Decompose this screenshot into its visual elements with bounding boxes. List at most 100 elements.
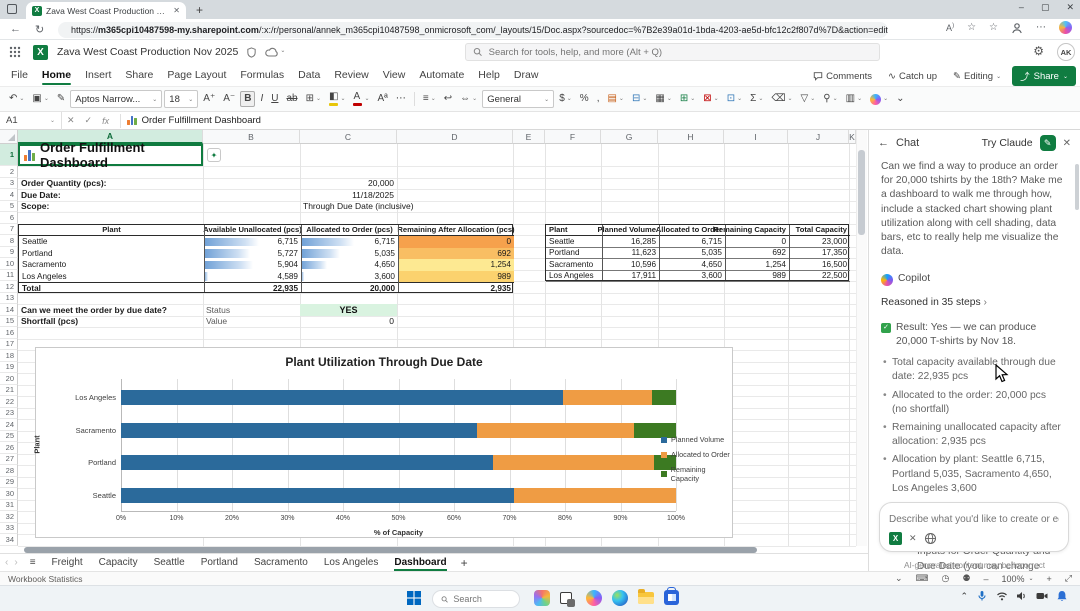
all-sheets-menu-icon[interactable]: ≡: [30, 557, 36, 568]
row-header-22[interactable]: 22: [0, 396, 18, 408]
allocation-remaining[interactable]: 989: [398, 270, 514, 282]
info-value-row-4[interactable]: 11/18/2025: [300, 189, 397, 201]
profile-icon[interactable]: [1011, 22, 1023, 34]
back-icon[interactable]: ←: [10, 23, 21, 35]
settings-gear-icon[interactable]: ⚙: [1033, 44, 1044, 58]
zoom-level[interactable]: 100%: [1001, 574, 1024, 584]
row-header-20[interactable]: 20: [0, 373, 18, 385]
formula-accept-icon[interactable]: ✓: [80, 115, 98, 126]
taskbar-search-input[interactable]: [453, 594, 511, 604]
menu-tab-automate[interactable]: Automate: [412, 66, 471, 84]
window-minimize-button[interactable]: –: [1019, 2, 1024, 13]
allocation-allocated[interactable]: 3,600: [301, 271, 398, 283]
row-header-6[interactable]: 6: [0, 212, 18, 224]
column-header-b[interactable]: B: [203, 130, 300, 144]
user-avatar[interactable]: AK: [1057, 43, 1075, 61]
table-tools-icon[interactable]: ▥ ⌄: [843, 92, 865, 106]
info-value-row-5[interactable]: Through Due Date (inclusive): [300, 201, 460, 213]
address-bar[interactable]: https://m365cpi10487598-my.sharepoint.co…: [58, 21, 888, 38]
menu-tab-view[interactable]: View: [376, 66, 413, 84]
row-header-31[interactable]: 31: [0, 499, 18, 511]
clipboard-paste-icon[interactable]: ▣ ⌄: [29, 92, 51, 106]
undo-icon[interactable]: ↶ ⌄: [6, 92, 27, 106]
row-header-16[interactable]: 16: [0, 327, 18, 339]
menu-tab-page-layout[interactable]: Page Layout: [160, 66, 233, 84]
allocation-total-plant[interactable]: Total: [19, 282, 204, 294]
capacity-cell[interactable]: 0: [725, 236, 789, 248]
allocation-total-available[interactable]: 22,935: [204, 282, 301, 294]
row-header-9[interactable]: 9: [0, 246, 18, 258]
document-title[interactable]: Zava West Coast Production Nov 2025: [57, 46, 238, 58]
editing-mode-button[interactable]: ✎ Editing ⌄: [948, 69, 1006, 84]
edge-copilot-icon[interactable]: [1059, 21, 1072, 34]
row-header-29[interactable]: 29: [0, 476, 18, 488]
row-header-4[interactable]: 4: [0, 189, 18, 201]
merge-center-icon[interactable]: ⇔ ⌄: [457, 92, 480, 106]
select-all-corner[interactable]: [0, 130, 18, 144]
allocation-table[interactable]: Plant Available Unallocated (pcs) Allocate…: [18, 223, 515, 294]
autosum-icon[interactable]: Σ ⌄: [747, 92, 766, 106]
workbook-statistics-button[interactable]: Workbook Statistics: [8, 574, 82, 584]
row-header-25[interactable]: 25: [0, 430, 18, 442]
allocation-remaining[interactable]: 692: [398, 247, 514, 259]
shortfall-label[interactable]: Shortfall (pcs): [18, 316, 203, 328]
find-icon[interactable]: ⚲ ⌄: [820, 92, 840, 106]
capacity-cell[interactable]: 11,623: [602, 248, 659, 259]
new-tab-button[interactable]: +: [196, 3, 203, 17]
capacity-header-3[interactable]: Remaining Capacity: [713, 225, 789, 236]
keyboard-icon[interactable]: ⌨: [916, 573, 929, 584]
wrap-text-icon[interactable]: ↩: [441, 92, 455, 106]
camera-icon[interactable]: [1036, 590, 1048, 602]
borders-icon[interactable]: ⊞ ⌄: [303, 92, 324, 106]
chat-input-box[interactable]: X ✕: [879, 502, 1069, 552]
capacity-cell[interactable]: 17,911: [602, 271, 659, 282]
chart-bar-los-angeles[interactable]: [121, 389, 676, 405]
zoom-out-button[interactable]: –: [983, 574, 988, 584]
row-header-27[interactable]: 27: [0, 453, 18, 465]
menu-tab-data[interactable]: Data: [291, 66, 327, 84]
window-close-button[interactable]: ✕: [1066, 2, 1074, 13]
row-header-1[interactable]: 1: [0, 144, 18, 166]
capacity-header-4[interactable]: Total Capacity: [789, 225, 850, 236]
share-button[interactable]: ⤴ Share ⌄: [1012, 66, 1076, 86]
sheet-tab-seattle[interactable]: Seattle: [146, 555, 193, 570]
fullscreen-icon[interactable]: ⤢: [1065, 573, 1072, 584]
workspaces-icon[interactable]: [7, 4, 17, 14]
font-options-icon[interactable]: Aª: [375, 92, 391, 106]
sheet-nav-forward-icon[interactable]: ›: [14, 557, 17, 568]
capacity-cell[interactable]: Seattle: [546, 236, 602, 248]
row-header-3[interactable]: 3: [0, 177, 18, 189]
read-aloud-icon[interactable]: A): [946, 23, 954, 33]
info-label-row-4[interactable]: Due Date:: [18, 189, 203, 201]
hidden-icons-chevron[interactable]: ⌃: [960, 591, 968, 602]
fill-color-icon[interactable]: ◧ ⌄: [326, 90, 348, 108]
status-yes-cell[interactable]: YES: [300, 304, 397, 316]
file-explorer-taskbar-icon[interactable]: [638, 589, 654, 604]
shortfall-value[interactable]: 0: [300, 316, 397, 328]
allocation-available[interactable]: 4,589: [204, 271, 301, 283]
allocation-header-2[interactable]: Allocated to Order (pcs): [301, 225, 398, 236]
browser-tab[interactable]: X Zava West Coast Production Nov ✕: [26, 2, 186, 19]
row-header-12[interactable]: 12: [0, 281, 18, 293]
allocation-plant[interactable]: Seattle: [19, 236, 204, 248]
capacity-cell[interactable]: 5,035: [659, 248, 725, 259]
row-header-5[interactable]: 5: [0, 200, 18, 212]
ribbon-display-options-icon[interactable]: ⌄: [893, 92, 907, 106]
allocation-available[interactable]: 5,727: [204, 248, 301, 260]
notifications-bell-icon[interactable]: [1056, 590, 1068, 602]
capacity-cell[interactable]: 16,285: [602, 236, 659, 248]
more-options-icon[interactable]: ⋯: [393, 92, 409, 106]
chart-bar-sacramento[interactable]: [121, 422, 676, 438]
chart-bar-portland[interactable]: [121, 454, 676, 470]
column-header-f[interactable]: F: [545, 130, 601, 144]
row-header-15[interactable]: 15: [0, 315, 18, 327]
favorite-star-icon[interactable]: ☆: [967, 22, 976, 33]
font-size-select[interactable]: 18 ⌄: [164, 90, 199, 108]
info-value-row-3[interactable]: 20,000: [300, 178, 397, 190]
allocation-header-1[interactable]: Available Unallocated (pcs): [203, 225, 302, 236]
bold-icon[interactable]: B: [240, 91, 256, 107]
volume-icon[interactable]: [1016, 590, 1028, 602]
sheet-tab-sacramento[interactable]: Sacramento: [246, 555, 316, 570]
row-header-28[interactable]: 28: [0, 465, 18, 477]
wifi-icon[interactable]: [996, 590, 1008, 602]
